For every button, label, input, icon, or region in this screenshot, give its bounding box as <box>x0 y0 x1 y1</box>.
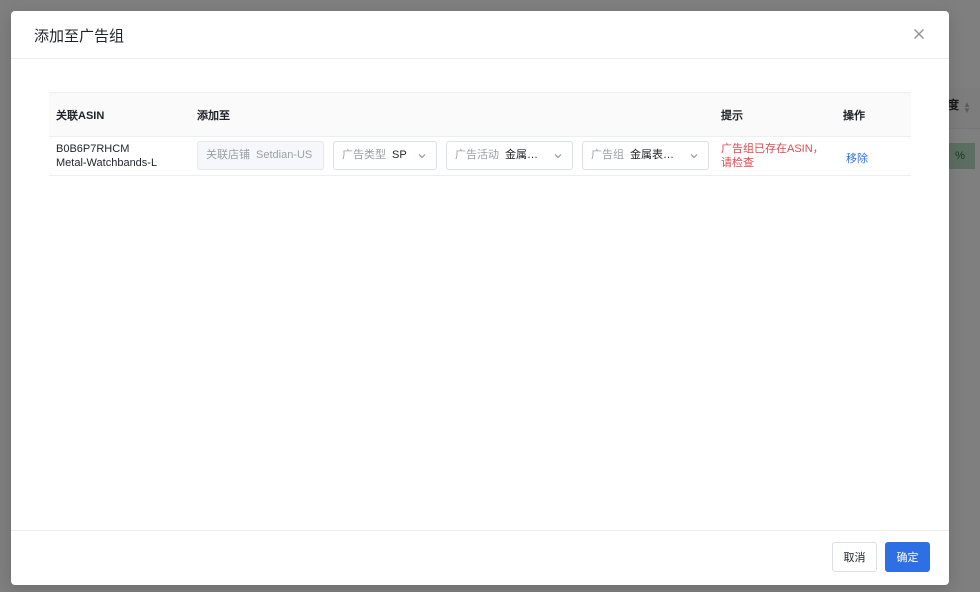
error-hint-line: 请检查 <box>721 157 754 169</box>
header-action: 操作 <box>843 110 865 122</box>
ad-type-select-value: SP <box>392 149 407 161</box>
ad-group-select-label: 广告组 <box>591 149 624 161</box>
asin-cell: B0B6P7RHCM Metal-Watchbands-L <box>56 142 157 170</box>
confirm-button[interactable]: 确定 <box>885 542 930 572</box>
ad-group-select[interactable]: 广告组 金属表… <box>582 141 709 170</box>
store-select-value: Setdian-US <box>256 149 313 161</box>
store-select-label: 关联店铺 <box>206 149 250 161</box>
close-icon <box>914 29 924 39</box>
chevron-down-icon <box>553 151 563 161</box>
ad-type-select-label: 广告类型 <box>342 149 386 161</box>
campaign-select[interactable]: 广告活动 金属… <box>446 141 573 170</box>
campaign-select-label: 广告活动 <box>455 149 499 161</box>
remove-link[interactable]: 移除 <box>846 150 868 166</box>
campaign-select-value: 金属… <box>505 149 538 161</box>
ad-group-select-value: 金属表… <box>630 149 674 161</box>
asin-table: 关联ASIN 添加至 提示 操作 B0B6P7RHCM Metal-Watchb… <box>49 92 911 176</box>
chevron-down-icon <box>689 151 699 161</box>
store-select: 关联店铺 Setdian-US <box>197 141 324 170</box>
error-hint: 广告组已存在ASIN， 请检查 <box>721 142 824 170</box>
add-to-ad-group-dialog: 添加至广告组 关联ASIN 添加至 提示 操作 B0B6P7RHCM Metal… <box>11 11 949 585</box>
close-button[interactable] <box>909 24 929 44</box>
table-header: 关联ASIN 添加至 提示 操作 <box>49 92 911 137</box>
modal-title: 添加至广告组 <box>34 28 125 45</box>
modal-header: 添加至广告组 <box>11 11 949 59</box>
error-hint-line: 广告组已存在ASIN， <box>721 143 824 155</box>
header-hint: 提示 <box>721 110 743 122</box>
table-row: B0B6P7RHCM Metal-Watchbands-L 关联店铺 Setdia… <box>49 137 911 176</box>
cancel-button[interactable]: 取消 <box>832 542 877 572</box>
header-add-to: 添加至 <box>197 110 230 122</box>
header-asin: 关联ASIN <box>56 110 105 122</box>
chevron-down-icon <box>417 151 427 161</box>
modal-footer: 取消 确定 <box>11 530 949 585</box>
ad-type-select[interactable]: 广告类型 SP <box>333 141 437 170</box>
sku-value: Metal-Watchbands-L <box>56 157 158 169</box>
asin-value: B0B6P7RHCM <box>56 143 130 155</box>
